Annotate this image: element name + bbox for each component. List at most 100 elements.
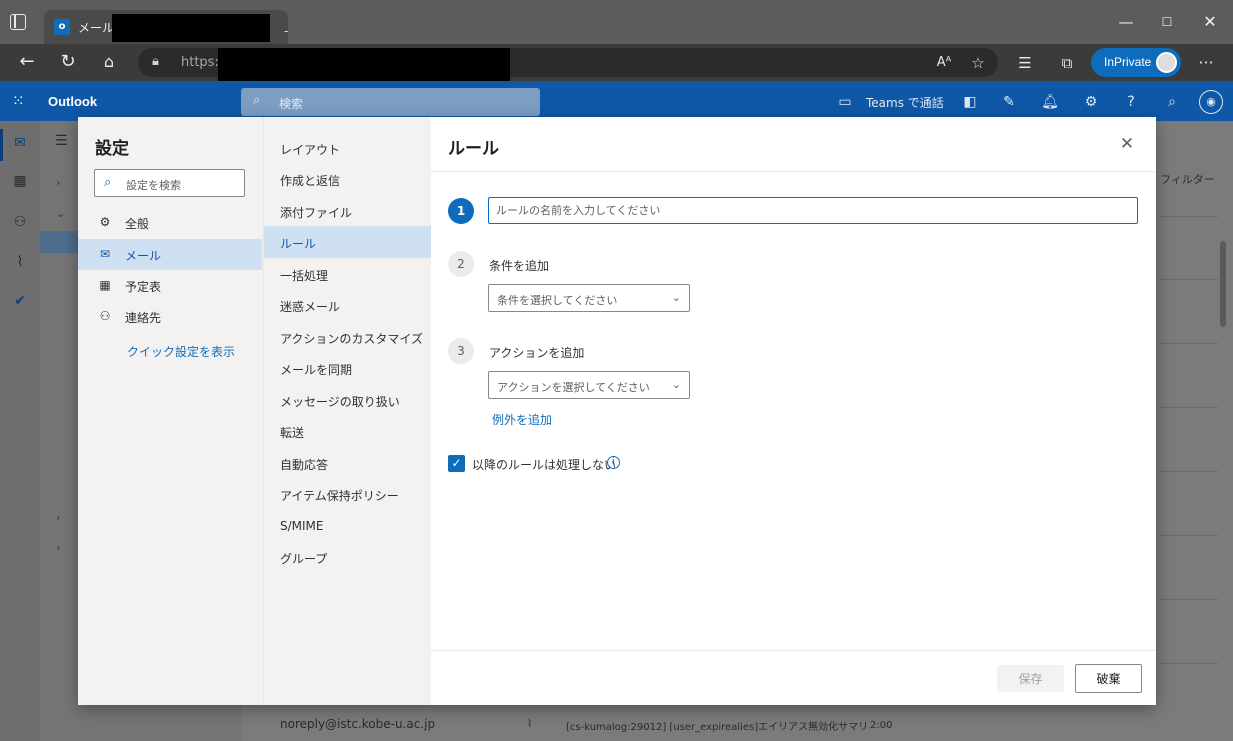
- chevron-down-icon[interactable]: ⌄: [56, 207, 65, 220]
- help-icon[interactable]: ?: [1121, 92, 1141, 112]
- message-sender[interactable]: noreply@istc.kobe-u.ac.jp: [280, 717, 435, 731]
- account-icon[interactable]: ◉: [1199, 90, 1223, 114]
- subcategory-label: 転送: [280, 426, 305, 440]
- subcategory-compose-reply[interactable]: 作成と返信: [264, 163, 431, 195]
- list-scrollbar[interactable]: [1220, 241, 1226, 327]
- calendar-icon: ▦: [99, 278, 111, 292]
- outlook-search-box[interactable]: ⌕ 検索: [241, 88, 540, 116]
- refresh-icon[interactable]: ↻: [57, 51, 79, 73]
- subcategory-layout[interactable]: レイアウト: [264, 132, 431, 164]
- my-day-icon[interactable]: ✎: [999, 92, 1019, 112]
- step-2-badge: 2: [448, 251, 474, 277]
- chevron-right-icon[interactable]: ›: [56, 511, 60, 524]
- tab-actions-icon[interactable]: [10, 14, 26, 30]
- divider: [431, 650, 1156, 651]
- subcategory-label: グループ: [280, 552, 328, 566]
- browser-tab[interactable]: o メール - -: [44, 10, 288, 44]
- chevron-right-icon[interactable]: ›: [56, 176, 60, 189]
- subcategory-sweep[interactable]: 一括処理: [264, 258, 431, 290]
- subcategory-groups[interactable]: グループ: [264, 541, 431, 573]
- read-aloud-icon[interactable]: Aᴬ: [934, 53, 954, 73]
- list-row-divider: [1158, 216, 1218, 217]
- category-people[interactable]: ⚇ 連絡先: [78, 301, 262, 332]
- office-icon[interactable]: ◧: [960, 92, 980, 112]
- message-subject[interactable]: [cs-kumalog:29012] [user_expirealies]エイリ…: [566, 718, 868, 733]
- rule-name-input[interactable]: [488, 197, 1138, 224]
- info-icon[interactable]: i: [607, 456, 620, 469]
- calendar-icon[interactable]: ▦: [10, 173, 30, 193]
- app-launcher-icon[interactable]: ⁙: [12, 93, 28, 109]
- action-dropdown[interactable]: アクションを選択してください ⌄: [488, 371, 690, 399]
- inprivate-label: InPrivate: [1104, 55, 1152, 69]
- add-action-label: アクションを追加: [489, 346, 585, 360]
- category-calendar[interactable]: ▦ 予定表: [78, 270, 262, 301]
- todo-check-icon[interactable]: ✔: [10, 293, 30, 313]
- more-options-icon[interactable]: ···: [1196, 53, 1216, 73]
- subcategory-sync-email[interactable]: メールを同期: [264, 352, 431, 384]
- attachment-icon[interactable]: ⌇: [10, 254, 30, 274]
- back-arrow-icon[interactable]: ←: [16, 51, 38, 73]
- folder-selected: [40, 231, 80, 253]
- list-row-divider: [1158, 471, 1218, 472]
- gear-icon[interactable]: ⚙: [1081, 92, 1101, 112]
- filter-button[interactable]: フィルター: [1160, 171, 1215, 187]
- list-row-divider: [1158, 407, 1218, 408]
- subcategory-message-handling[interactable]: メッセージの取り扱い: [264, 384, 431, 416]
- feedback-icon[interactable]: ⌕: [1162, 92, 1182, 112]
- add-favorite-icon[interactable]: ☆: [968, 53, 988, 73]
- save-button[interactable]: 保存: [997, 665, 1064, 692]
- settings-search-placeholder: 設定を検索: [126, 179, 181, 192]
- maximize-icon[interactable]: ☐: [1157, 12, 1177, 32]
- settings-search-input[interactable]: ⌕ 設定を検索: [94, 169, 245, 197]
- subcategory-attachments[interactable]: 添付ファイル: [264, 195, 431, 227]
- bell-icon[interactable]: 🔔︎: [1040, 92, 1060, 112]
- subcategory-rules[interactable]: ルール: [264, 226, 431, 258]
- outlook-brand[interactable]: Outlook: [48, 94, 97, 109]
- mail-icon[interactable]: ✉: [10, 135, 30, 155]
- url-text[interactable]: https:/: [181, 55, 223, 70]
- list-row-divider: [1158, 599, 1218, 600]
- teams-call-button[interactable]: Teams で通話: [866, 94, 944, 111]
- settings-category-nav: 設定 ⌕ 設定を検索 ⚙ 全般 ✉ メール ▦ 予定表 ⚇ 連絡先 クイック設定…: [78, 117, 263, 705]
- hamburger-icon[interactable]: ☰: [55, 133, 68, 149]
- subcategory-retention-policies[interactable]: アイテム保持ポリシー: [264, 478, 431, 510]
- stop-processing-label[interactable]: 以降のルールは処理しない: [472, 456, 616, 473]
- message-time: 2:00: [870, 720, 893, 731]
- people-icon: ⚇: [99, 309, 111, 323]
- subcategory-forwarding[interactable]: 転送: [264, 415, 431, 447]
- subcategory-customize-actions[interactable]: アクションのカスタマイズ: [264, 321, 431, 353]
- condition-dropdown-placeholder: 条件を選択してください: [497, 294, 618, 307]
- subcategory-label: 一括処理: [280, 269, 329, 283]
- subcategory-smime[interactable]: S/MIME: [264, 510, 431, 542]
- people-icon[interactable]: ⚇: [10, 214, 30, 234]
- search-placeholder: 検索: [279, 97, 304, 111]
- stop-processing-checkbox[interactable]: ✓: [448, 455, 465, 472]
- condition-dropdown[interactable]: 条件を選択してください ⌄: [488, 284, 690, 312]
- subcategory-label: レイアウト: [280, 143, 341, 157]
- subcategory-label: S/MIME: [280, 519, 324, 533]
- home-icon[interactable]: ⌂: [98, 51, 120, 73]
- chevron-down-icon: ⌄: [671, 378, 681, 391]
- discard-button[interactable]: 破棄: [1075, 664, 1142, 693]
- minimize-icon[interactable]: —: [1116, 12, 1136, 32]
- subcategory-auto-reply[interactable]: 自動応答: [264, 447, 431, 479]
- subcategory-label: ルール: [280, 237, 317, 251]
- add-exception-link[interactable]: 例外を追加: [492, 411, 552, 428]
- outlook-header: ⁙ Outlook ⌕ 検索 ▭ Teams で通話 ◧ ✎ 🔔︎ ⚙ ? ⌕ …: [0, 81, 1233, 121]
- subcategory-label: 添付ファイル: [280, 206, 353, 220]
- inprivate-button[interactable]: InPrivate: [1091, 48, 1181, 77]
- category-mail[interactable]: ✉ メール: [78, 239, 262, 270]
- subcategory-junk[interactable]: 迷惑メール: [264, 289, 431, 321]
- favorites-icon[interactable]: ☰: [1015, 53, 1035, 73]
- settings-subcategory-nav: レイアウト 作成と返信 添付ファイル ルール 一括処理 迷惑メール アクションの…: [263, 117, 431, 705]
- collections-icon[interactable]: ⧉: [1057, 53, 1077, 73]
- search-icon: ⌕: [104, 175, 112, 190]
- chevron-right-icon[interactable]: ›: [56, 541, 60, 554]
- close-icon[interactable]: ✕: [1117, 134, 1137, 154]
- quick-settings-link[interactable]: クイック設定を表示: [127, 343, 235, 360]
- video-call-icon[interactable]: ▭: [835, 92, 855, 112]
- lock-icon[interactable]: 🔒︎: [152, 54, 159, 69]
- address-bar[interactable]: 🔒︎ https:/: [138, 48, 998, 81]
- category-general[interactable]: ⚙ 全般: [78, 207, 262, 238]
- window-close-icon[interactable]: ✕: [1200, 12, 1220, 32]
